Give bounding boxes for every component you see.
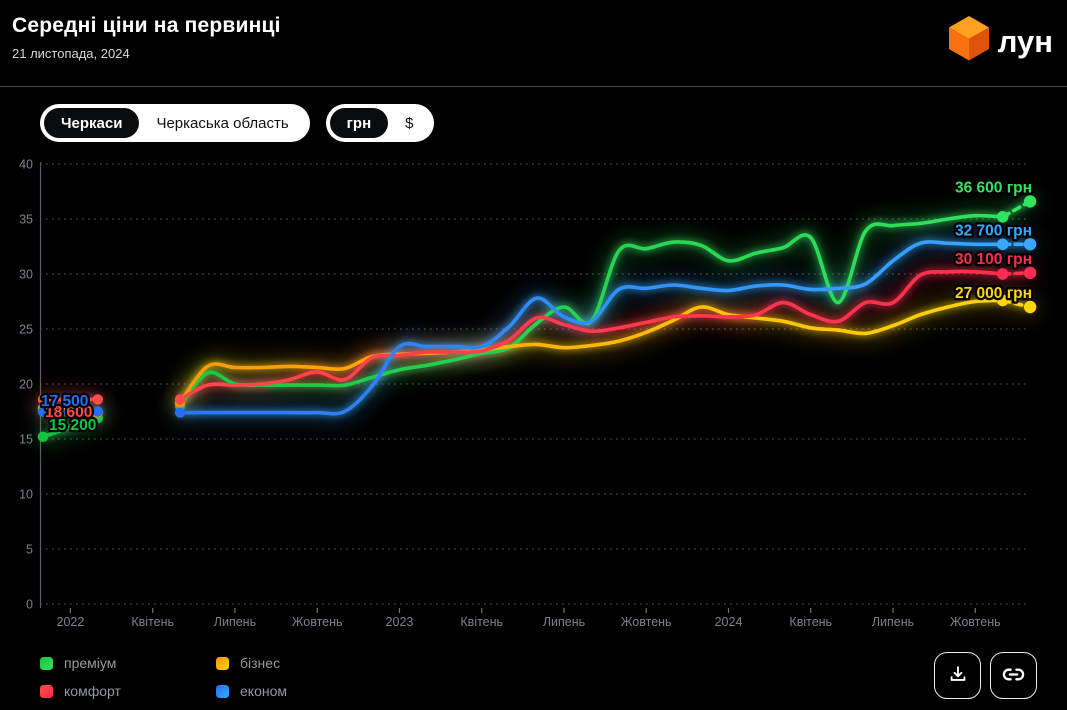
filters-row: Черкаси Черкаська область грн $: [40, 104, 1067, 142]
legend-label-komfort: комфорт: [64, 683, 121, 699]
currency-toggle: грн $: [326, 104, 435, 142]
x-tick-label: 2022: [57, 615, 85, 629]
download-icon: [947, 663, 969, 688]
toggle-option-cherkaska-oblast[interactable]: Черкаська область: [139, 108, 305, 138]
legend-item-biznes[interactable]: бізнес: [216, 655, 334, 671]
chart-canvas: 0 5 10 15 20 25 30 35 40 2022 Квітень Липень Жовтень…: [0, 146, 1067, 644]
series-dot-ekonom: [175, 407, 185, 417]
series-dot-ekonom: [1024, 238, 1036, 250]
legend-item-ekonom[interactable]: економ: [216, 683, 334, 699]
x-tick-label: Жовтень: [950, 615, 1001, 629]
report-date: 21 листопада, 2024: [12, 46, 1055, 61]
download-button[interactable]: [934, 652, 981, 699]
series-dot-komfort: [997, 268, 1009, 280]
y-tick-label: 15: [19, 433, 33, 447]
series-dot-premium: [38, 432, 48, 442]
y-tick-label: 20: [19, 378, 33, 392]
y-tick-label: 35: [19, 213, 33, 227]
end-label-ekonom: 32 700 грн: [955, 222, 1032, 239]
header: Середні ціни на первинці 21 листопада, 2…: [0, 0, 1067, 87]
series-dot-ekonom: [93, 406, 103, 416]
series-dot-biznes: [1024, 301, 1036, 313]
x-tick-label: Квітень: [131, 615, 174, 629]
y-tick-label: 30: [19, 268, 33, 282]
x-tick-label: Липень: [872, 615, 914, 629]
y-tick-label: 40: [19, 158, 33, 172]
end-label-komfort: 30 100 грн: [955, 251, 1032, 268]
legend-swatch-biznes: [216, 657, 229, 670]
series-dot-ekonom: [997, 239, 1009, 251]
y-tick-label: 10: [19, 488, 33, 502]
x-tick-label: 2024: [715, 615, 743, 629]
lun-logo-text: лун: [998, 26, 1053, 57]
start-label-ekonom: 17 500: [41, 393, 88, 410]
toggle-option-cherkasy[interactable]: Черкаси: [44, 108, 139, 138]
legend-item-premium[interactable]: преміум: [40, 655, 158, 671]
x-tick-label: Липень: [214, 615, 256, 629]
city-toggle: Черкаси Черкаська область: [40, 104, 310, 142]
series-dot-komfort: [93, 394, 103, 404]
chart-actions: [934, 652, 1037, 699]
x-tick-label: Квітень: [789, 615, 832, 629]
lun-logo[interactable]: лун: [949, 16, 1053, 66]
y-tick-label: 0: [26, 598, 33, 612]
x-tick-label: Квітень: [460, 615, 503, 629]
y-tick-label: 25: [19, 323, 33, 337]
link-icon: [1002, 663, 1025, 689]
x-tick-label: Жовтень: [292, 615, 343, 629]
series-dot-premium: [997, 211, 1009, 223]
legend-swatch-premium: [40, 657, 53, 670]
lun-cube-icon: [949, 16, 989, 66]
legend-swatch-ekonom: [216, 685, 229, 698]
x-tick-label: Липень: [543, 615, 585, 629]
chart-footer: преміум комфорт бізнес економ: [0, 644, 1067, 699]
series-dot-komfort: [1024, 267, 1036, 279]
toggle-option-usd[interactable]: $: [388, 108, 430, 138]
end-label-biznes: 27 000 грн: [955, 285, 1032, 302]
legend-label-ekonom: економ: [240, 683, 287, 699]
chart-legend: преміум комфорт бізнес економ: [40, 655, 334, 699]
price-chart[interactable]: 0 5 10 15 20 25 30 35 40 2022 Квітень Липень Жовтень…: [0, 146, 1067, 644]
page-title: Середні ціни на первинці: [12, 14, 1055, 38]
legend-swatch-komfort: [40, 685, 53, 698]
legend-label-biznes: бізнес: [240, 655, 280, 671]
legend-label-premium: преміум: [64, 655, 116, 671]
toggle-option-uah[interactable]: грн: [330, 108, 388, 138]
copy-link-button[interactable]: [990, 652, 1037, 699]
lun-prices-widget: Середні ціни на первинці 21 листопада, 2…: [0, 0, 1067, 710]
series-dot-komfort: [175, 394, 185, 404]
end-label-premium: 36 600 грн: [955, 179, 1032, 196]
y-tick-label: 5: [26, 543, 33, 557]
x-tick-label: Жовтень: [621, 615, 672, 629]
series-dot-premium: [1024, 195, 1036, 207]
x-tick-label: 2023: [386, 615, 414, 629]
legend-item-komfort[interactable]: комфорт: [40, 683, 158, 699]
